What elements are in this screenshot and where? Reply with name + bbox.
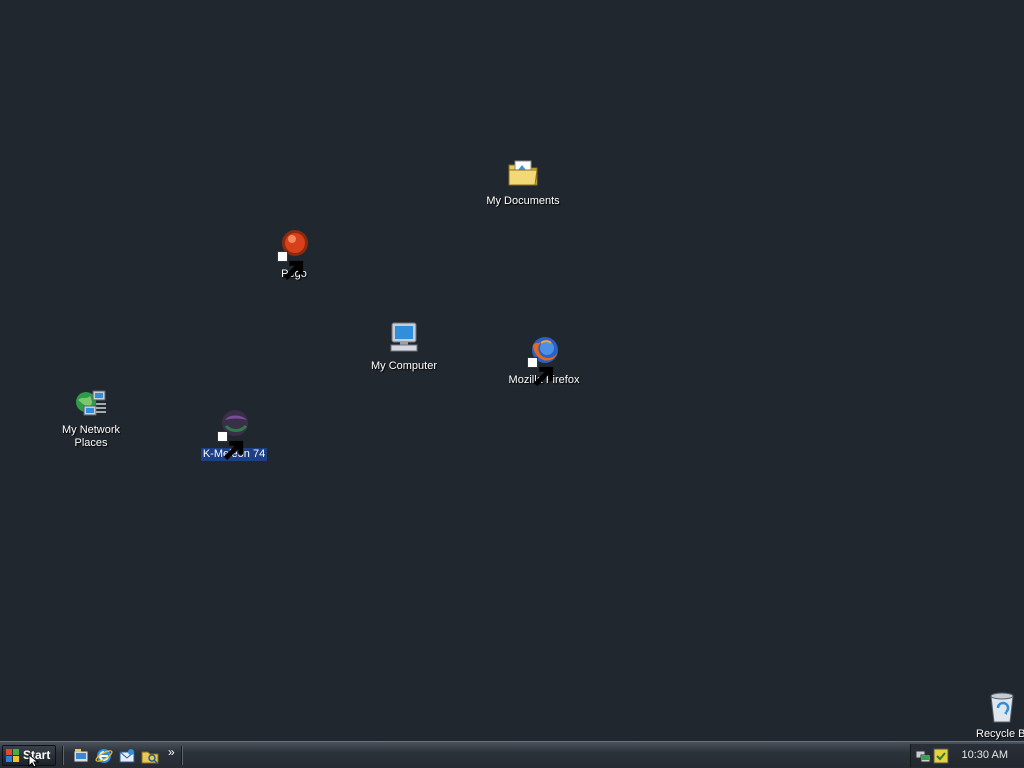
quick-launch-overflow-button[interactable]: » [168,745,175,759]
my-network-places-label-line2: Places [74,437,108,449]
computer-icon [387,320,421,354]
windows-explorer-icon[interactable] [141,747,159,765]
my-network-places-label: My Network Places [60,424,122,450]
mozilla-firefox-shortcut[interactable]: Mozilla Firefox [502,334,586,388]
taskbar-separator [181,746,183,765]
kmeleon-icon [217,408,251,461]
network-icon[interactable] [915,748,931,764]
my-network-places-shortcut[interactable]: My Network Places [49,388,133,451]
internet-explorer-icon[interactable] [95,747,113,765]
system-tray: 10:30 AM [910,744,1024,767]
show-desktop-icon[interactable] [72,747,90,765]
outlook-express-icon[interactable] [118,747,136,765]
taskbar-separator [62,746,64,765]
my-computer-label: My Computer [370,360,438,372]
desktop[interactable]: My Documents Pego My Computer Mozilla Fi… [0,0,1024,741]
shortcut-arrow-icon [277,251,304,281]
kmeleon-shortcut[interactable]: K-Meleon 74 [192,408,276,462]
shortcut-arrow-icon [527,357,554,387]
taskbar: Start » 10:30 AM [0,741,1024,768]
windows-logo-icon [6,749,19,762]
recycle-bin-icon [985,690,1019,724]
recycle-bin-shortcut[interactable]: Recycle Bin [959,690,1024,740]
folder-icon [506,155,540,189]
shortcut-arrow-icon [217,431,244,461]
network-places-icon [74,388,108,422]
security-icon[interactable] [933,748,949,764]
pego-shortcut[interactable]: Pego [252,228,336,282]
my-documents-shortcut[interactable]: My Documents [481,155,565,209]
firefox-icon [527,334,561,387]
my-documents-label: My Documents [486,195,560,207]
mouse-cursor-icon [28,754,40,768]
clock[interactable]: 10:30 AM [962,749,1008,761]
my-network-places-label-line1: My Network [61,424,121,436]
my-computer-shortcut[interactable]: My Computer [362,320,446,374]
pego-icon [277,228,311,281]
recycle-bin-label: Recycle Bin [976,728,1024,740]
